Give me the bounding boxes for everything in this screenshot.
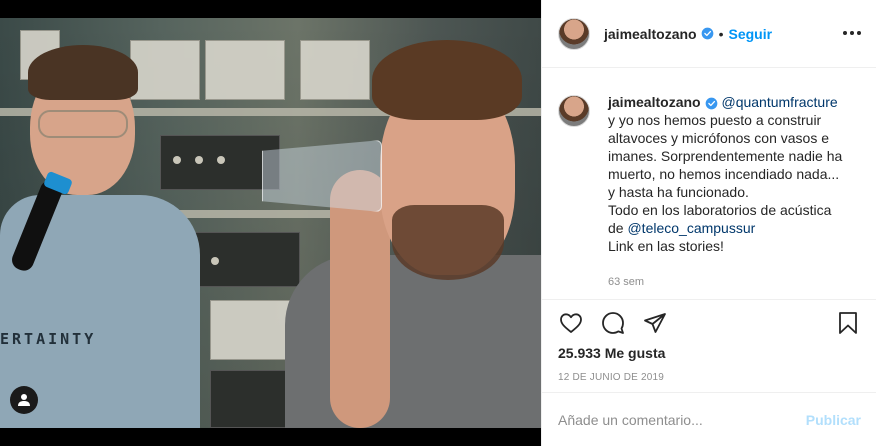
post-photo[interactable]: ERTAINTY — [0, 0, 541, 446]
left-person-hair — [28, 45, 138, 100]
mention-link[interactable]: @quantumfracture — [721, 94, 837, 110]
more-options-icon[interactable] — [843, 24, 861, 42]
shelf-box — [205, 40, 285, 100]
action-icon-row — [558, 310, 668, 336]
caption-username[interactable]: jaimealtozano — [608, 94, 701, 110]
shirt-print-text: ERTAINTY — [0, 330, 97, 348]
post-side-panel: jaimealtozano • Seguir jaimealtozano @qu… — [541, 0, 876, 446]
avatar[interactable] — [558, 17, 590, 50]
likes-count[interactable]: 25.933 Me gusta — [558, 345, 665, 361]
right-person-shirt — [285, 255, 541, 428]
glasses — [38, 110, 128, 138]
comment-input[interactable] — [558, 411, 806, 428]
verified-badge-icon — [701, 27, 713, 40]
verified-badge-icon — [705, 97, 717, 110]
plastic-cup — [262, 140, 382, 212]
bookmark-icon[interactable] — [835, 310, 861, 336]
caption-text: y yo nos hemos puesto a construir altavo… — [608, 112, 843, 236]
add-comment-bar: Publicar — [542, 392, 876, 446]
author-username[interactable]: jaimealtozano — [604, 26, 697, 42]
right-person-hair — [372, 40, 522, 120]
paper-plane-icon[interactable] — [642, 310, 668, 336]
caption-text: Link en las stories! — [608, 238, 724, 254]
caption-row: jaimealtozano @quantumfracture y yo nos … — [558, 93, 861, 291]
mention-link[interactable]: @teleco_campussur — [627, 220, 755, 236]
post-header: jaimealtozano • Seguir — [542, 0, 876, 68]
shelf-box — [130, 40, 200, 100]
avatar[interactable] — [558, 95, 590, 127]
right-person-beard — [392, 205, 504, 280]
caption-time-ago[interactable]: 63 sem — [608, 273, 848, 291]
lab-device-panel — [210, 300, 295, 360]
follow-button[interactable]: Seguir — [729, 26, 773, 42]
comment-bubble-icon[interactable] — [600, 310, 626, 336]
heart-icon[interactable] — [558, 310, 584, 336]
caption-body: jaimealtozano @quantumfracture y yo nos … — [608, 93, 848, 291]
user-tag-icon[interactable] — [10, 386, 38, 414]
separator-dot: • — [718, 25, 724, 42]
shelf-box — [300, 40, 370, 100]
comments-section: jaimealtozano @quantumfracture y yo nos … — [542, 69, 876, 299]
post-date[interactable]: 12 DE JUNIO DE 2019 — [558, 372, 664, 383]
publish-button[interactable]: Publicar — [806, 412, 861, 428]
